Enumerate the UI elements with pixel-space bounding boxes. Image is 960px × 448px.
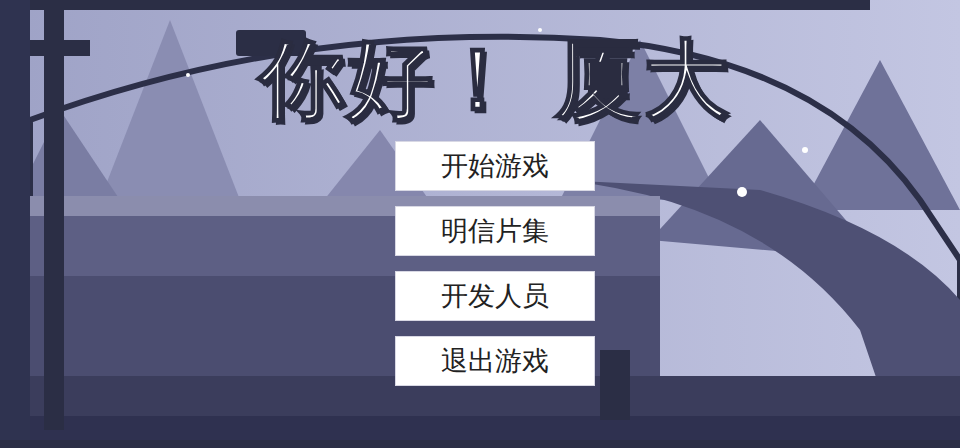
- menu-buttons: 开始游戏明信片集开发人员退出游戏: [395, 141, 595, 386]
- postcards-button[interactable]: 明信片集: [395, 206, 595, 256]
- developers-button[interactable]: 开发人员: [395, 271, 595, 321]
- game-title: 你好！ 厦大: [259, 30, 731, 129]
- quit-game-button[interactable]: 退出游戏: [395, 336, 595, 386]
- start-game-button[interactable]: 开始游戏: [395, 141, 595, 191]
- main-menu: 你好！ 厦大 开始游戏明信片集开发人员退出游戏: [0, 0, 960, 448]
